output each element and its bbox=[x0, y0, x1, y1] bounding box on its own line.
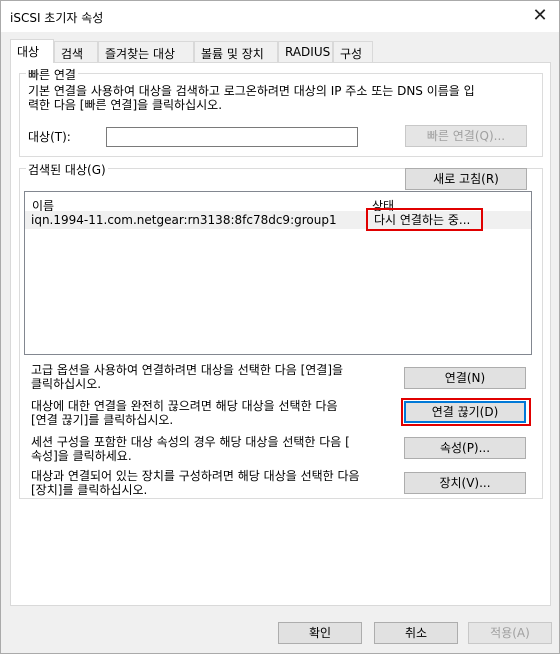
target-name-cell: iqn.1994-11.com.netgear:rn3138:8fc78dc9:… bbox=[31, 213, 337, 227]
devices-button[interactable]: 장치(V)... bbox=[404, 472, 526, 494]
devices-description-line2: [장치]를 클릭하십시오. bbox=[31, 483, 148, 497]
properties-description-line1: 세션 구성을 포함한 대상 속성의 경우 해당 대상을 선택한 다음 [ bbox=[31, 435, 350, 449]
cancel-button[interactable]: 취소 bbox=[374, 622, 458, 644]
connect-description-line1: 고급 옵션을 사용하여 연결하려면 대상을 선택한 다음 [연결]을 bbox=[31, 363, 344, 377]
tab-configuration[interactable]: 구성 bbox=[333, 41, 373, 62]
disconnect-highlight-box bbox=[401, 398, 531, 426]
ok-button[interactable]: 확인 bbox=[278, 622, 362, 644]
quick-connect-description-line2: 력한 다음 [빠른 연결]을 클릭하십시오. bbox=[28, 98, 223, 112]
quick-connect-label: 빠른 연결 bbox=[26, 66, 78, 83]
connect-description-line2: 클릭하십시오. bbox=[31, 377, 102, 391]
quick-connect-button[interactable]: 빠른 연결(Q)... bbox=[405, 125, 527, 147]
tab-radius[interactable]: RADIUS bbox=[278, 41, 333, 62]
properties-description-line2: 속성]을 클릭하세요. bbox=[31, 449, 132, 463]
disconnect-description-line2: [연결 끊기]를 클릭하십시오. bbox=[31, 413, 174, 427]
targets-panel: 빠른 연결 기본 연결을 사용하여 대상을 검색하고 로그온하려면 대상의 IP… bbox=[10, 62, 551, 606]
tab-volumes-devices[interactable]: 볼륨 및 장치 bbox=[194, 41, 278, 62]
status-highlight-box bbox=[366, 208, 483, 231]
target-input[interactable] bbox=[106, 127, 358, 147]
window-title: iSCSI 초기자 속성 bbox=[10, 11, 104, 25]
quick-connect-group: 빠른 연결 기본 연결을 사용하여 대상을 검색하고 로그온하려면 대상의 IP… bbox=[19, 66, 543, 157]
targets-list[interactable]: 이름 상태 iqn.1994-11.com.netgear:rn3138:8fc… bbox=[24, 191, 532, 355]
discovered-targets-label: 검색된 대상(G) bbox=[26, 161, 108, 178]
connect-button[interactable]: 연결(N) bbox=[404, 367, 526, 389]
close-icon[interactable]: ✕ bbox=[529, 5, 551, 27]
tab-favorite-targets[interactable]: 즐겨찾는 대상 bbox=[98, 41, 194, 62]
disconnect-description-line1: 대상에 대한 연결을 완전히 끊으려면 해당 대상을 선택한 다음 bbox=[31, 399, 338, 413]
properties-button[interactable]: 속성(P)... bbox=[404, 437, 526, 459]
title-bar: iSCSI 초기자 속성 ✕ bbox=[1, 1, 559, 32]
apply-button[interactable]: 적용(A) bbox=[468, 622, 552, 644]
devices-description-line1: 대상과 연결되어 있는 장치를 구성하려면 해당 대상을 선택한 다음 bbox=[31, 469, 360, 483]
quick-connect-description-line1: 기본 연결을 사용하여 대상을 검색하고 로그온하려면 대상의 IP 주소 또는… bbox=[28, 84, 475, 98]
tab-discovery[interactable]: 검색 bbox=[54, 41, 98, 62]
refresh-button[interactable]: 새로 고침(R) bbox=[405, 168, 527, 190]
iscsi-properties-dialog: iSCSI 초기자 속성 ✕ 대상 검색 즐겨찾는 대상 볼륨 및 장치 RAD… bbox=[0, 0, 560, 654]
target-label: 대상(T): bbox=[28, 130, 71, 144]
tab-targets[interactable]: 대상 bbox=[10, 39, 54, 63]
